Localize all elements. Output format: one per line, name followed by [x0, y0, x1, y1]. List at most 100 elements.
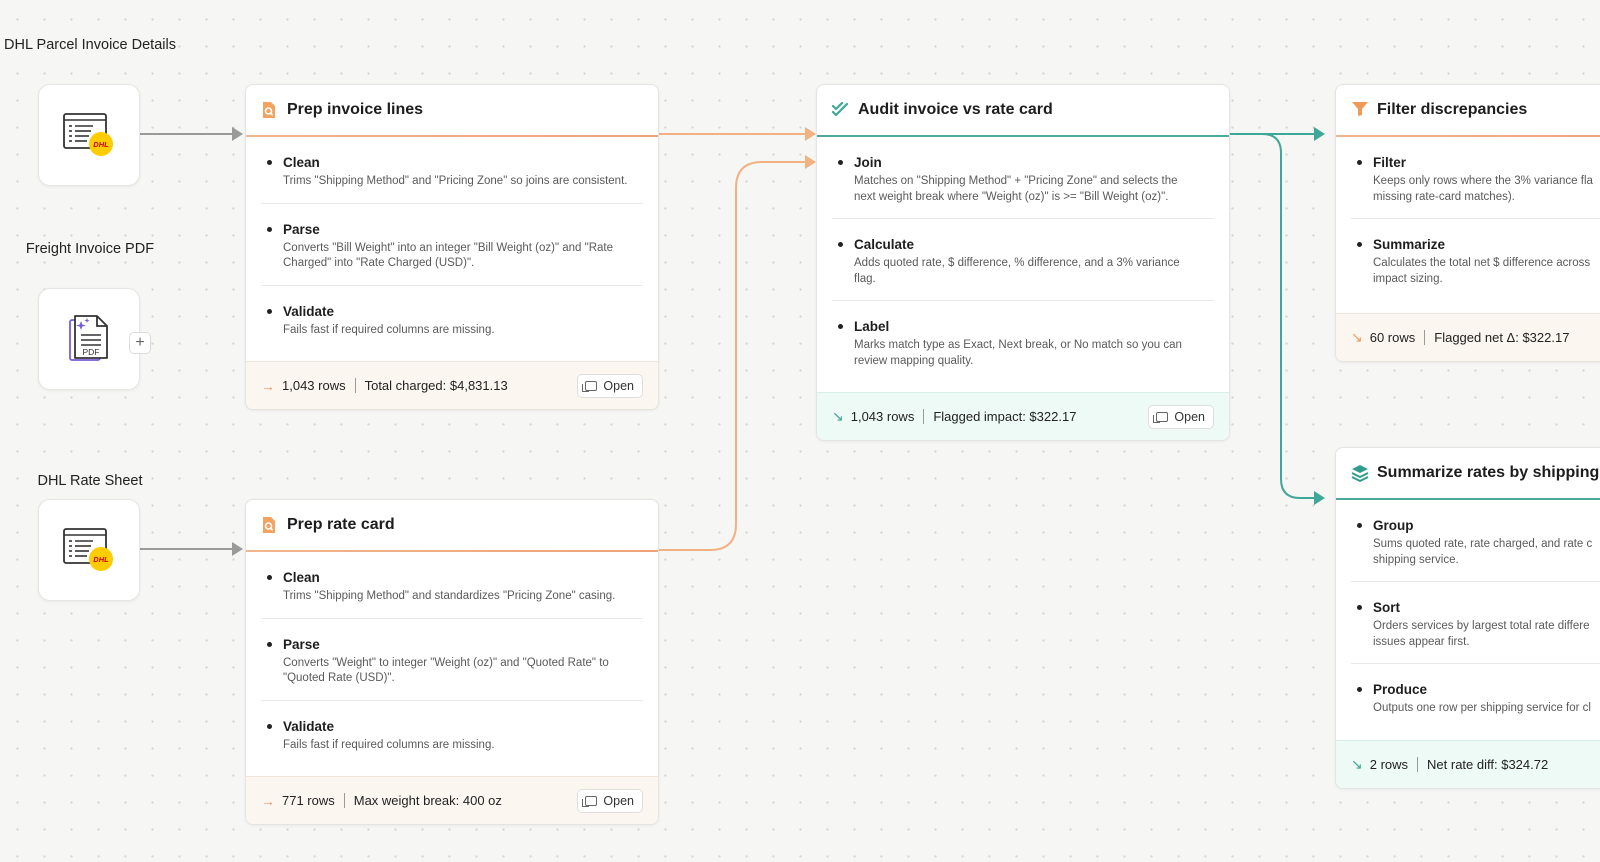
pdf-badge-text: PDF [83, 347, 100, 357]
row-count: 60 rows [1369, 330, 1416, 345]
open-window-icon [582, 381, 598, 392]
step-title: Clean [283, 570, 320, 585]
step-item: Validate Fails fast if required columns … [261, 701, 643, 767]
source-tile-dhl-rate-sheet[interactable]: DHL [38, 499, 140, 601]
open-label: Open [603, 379, 634, 393]
card-footer: ↘ 1,043 rows Flagged impact: $322.17 Ope… [817, 392, 1229, 440]
card-footer: ↘ 60 rows Flagged net Δ: $322.17 [1336, 313, 1600, 361]
step-title: Calculate [854, 237, 915, 252]
step-desc: flag. [854, 272, 876, 285]
workflow-canvas[interactable]: DHL Parcel Invoice Details DHL Freight I… [0, 0, 1600, 862]
step-desc: issues appear first. [1373, 635, 1470, 648]
arrow-down-right-icon: ↘ [832, 408, 844, 424]
step-title: Join [854, 155, 882, 170]
card-title: Prep invoice lines [287, 101, 424, 118]
card-title: Prep rate card [287, 516, 395, 533]
card-title: Audit invoice vs rate card [858, 101, 1053, 118]
open-label: Open [1174, 410, 1205, 424]
step-desc: "Quoted Rate (USD)". [283, 672, 395, 684]
step-item: Produce Outputs one row per shipping ser… [1351, 664, 1600, 730]
step-item: Summarize Calculates the total net $ dif… [1351, 219, 1600, 300]
step-item: Sort Orders services by largest total ra… [1351, 582, 1600, 664]
step-title: Validate [283, 303, 335, 319]
document-search-icon [261, 101, 279, 119]
arrowhead [805, 155, 816, 169]
source-tile-dhl-invoice[interactable]: DHL [38, 84, 140, 186]
step-desc: missing rate-card matches). [1373, 190, 1515, 203]
card-prep-rate-card[interactable]: Prep rate card Clean Trims "Shipping Met… [245, 499, 659, 825]
card-summarize-rates[interactable]: Summarize rates by shipping Group Sums q… [1335, 447, 1600, 789]
card-header: Summarize rates by shipping [1336, 448, 1600, 498]
dhl-invoice-icon: DHL [63, 113, 113, 156]
pdf-document-icon: PDF [69, 315, 108, 361]
step-desc: Converts "Weight" to integer "Weight (oz… [283, 656, 609, 669]
card-audit-invoice[interactable]: Audit invoice vs rate card Join Matches … [816, 84, 1230, 441]
row-count: 771 rows [282, 793, 335, 808]
layers-icon [1351, 464, 1369, 482]
row-count: 1,043 rows [282, 378, 346, 393]
step-desc: Sums quoted rate, rate charged, and rate… [1373, 538, 1593, 550]
arrowhead [805, 127, 816, 141]
open-button[interactable]: Open [577, 374, 643, 398]
double-check-icon [832, 101, 850, 119]
footer-metric: Flagged impact: $322.17 [933, 409, 1077, 424]
arrow-right-icon: → [261, 377, 275, 394]
step-title: Label [854, 319, 890, 334]
source-label: DHL Rate Sheet [37, 473, 143, 489]
card-filter-discrepancies[interactable]: Filter discrepancies Filter Keeps only r… [1335, 84, 1600, 362]
dhl-logo-text: DHL [93, 555, 109, 564]
step-item: Parse Converts "Weight" to integer "Weig… [261, 619, 643, 701]
open-button[interactable]: Open [577, 789, 643, 813]
footer-metric: Max weight break: 400 oz [353, 793, 502, 808]
step-title: Clean [283, 155, 320, 170]
arrowhead [232, 542, 243, 556]
step-desc: Charged" into "Rate Charged (USD)". [283, 257, 475, 269]
step-desc: Keeps only rows where the 3% variance fl… [1373, 175, 1593, 187]
document-search-icon [261, 516, 279, 534]
step-desc: Converts "Bill Weight" into an integer "… [283, 241, 613, 254]
open-button[interactable]: Open [1148, 405, 1214, 429]
step-item: Clean Trims "Shipping Method" and standa… [261, 552, 643, 619]
step-desc: review mapping quality. [854, 354, 974, 367]
footer-metric: Flagged net Δ: $322.17 [1434, 330, 1570, 345]
card-header: Prep rate card [246, 500, 658, 550]
source-tile-freight-pdf[interactable]: PDF [38, 288, 140, 390]
arrow-down-right-icon: ↘ [1351, 756, 1363, 772]
step-item: Validate Fails fast if required columns … [261, 286, 643, 352]
source-label: DHL Parcel Invoice Details [4, 37, 176, 53]
card-header: Prep invoice lines [246, 85, 658, 135]
step-item: Parse Converts "Bill Weight" into an int… [261, 204, 643, 286]
step-item: Clean Trims "Shipping Method" and "Prici… [261, 137, 643, 204]
row-count: 2 rows [1369, 757, 1409, 772]
step-item: Join Matches on "Shipping Method" + "Pri… [832, 137, 1214, 219]
step-item: Filter Keeps only rows where the 3% vari… [1351, 137, 1600, 219]
step-desc: Marks match type as Exact, Next break, o… [854, 339, 1182, 351]
step-title: Filter [1373, 155, 1407, 170]
step-desc: Matches on "Shipping Method" + "Pricing … [854, 175, 1178, 187]
step-desc: next weight break where "Weight (oz)" is… [854, 190, 1169, 203]
step-title: Summarize [1373, 237, 1446, 252]
funnel-icon [1351, 101, 1369, 119]
open-label: Open [603, 794, 634, 808]
step-desc: Orders services by largest total rate di… [1373, 620, 1590, 632]
arrowhead [232, 127, 243, 141]
arrow-right-icon: → [261, 792, 275, 809]
open-window-icon [1153, 412, 1169, 423]
add-node-button[interactable]: + [129, 332, 151, 354]
step-title: Parse [283, 221, 320, 237]
step-desc: Trims "Shipping Method" and "Pricing Zon… [283, 175, 628, 187]
row-count: 1,043 rows [850, 409, 915, 424]
arrowhead [1314, 491, 1325, 505]
card-footer: ↘ 2 rows Net rate diff: $324.72 [1336, 740, 1600, 788]
card-prep-invoice-lines[interactable]: Prep invoice lines Clean Trims "Shipping… [245, 84, 659, 410]
dhl-invoice-icon: DHL [63, 528, 113, 571]
step-item: Calculate Adds quoted rate, $ difference… [832, 219, 1214, 301]
step-desc: Adds quoted rate, $ difference, % differ… [854, 257, 1180, 269]
card-footer: → 1,043 rows Total charged: $4,831.13 Op… [246, 361, 658, 409]
footer-metric: Total charged: $4,831.13 [364, 378, 508, 393]
step-desc: Fails fast if required columns are missi… [283, 738, 495, 751]
step-title: Sort [1373, 600, 1400, 615]
step-title: Group [1373, 518, 1414, 533]
step-desc: Fails fast if required columns are missi… [283, 323, 495, 336]
footer-metric: Net rate diff: $324.72 [1427, 757, 1549, 772]
